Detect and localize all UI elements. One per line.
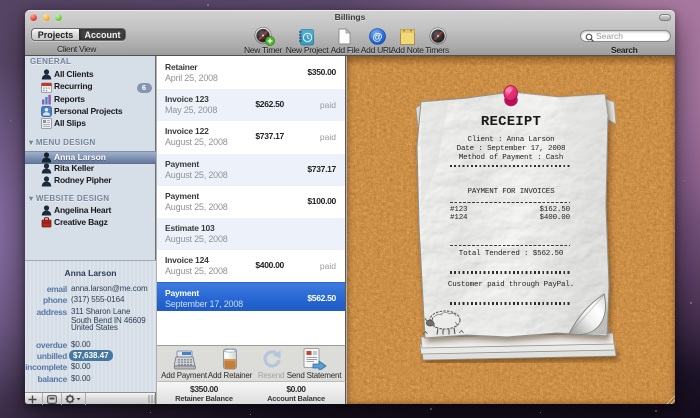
svg-text:@: @ xyxy=(373,32,383,43)
